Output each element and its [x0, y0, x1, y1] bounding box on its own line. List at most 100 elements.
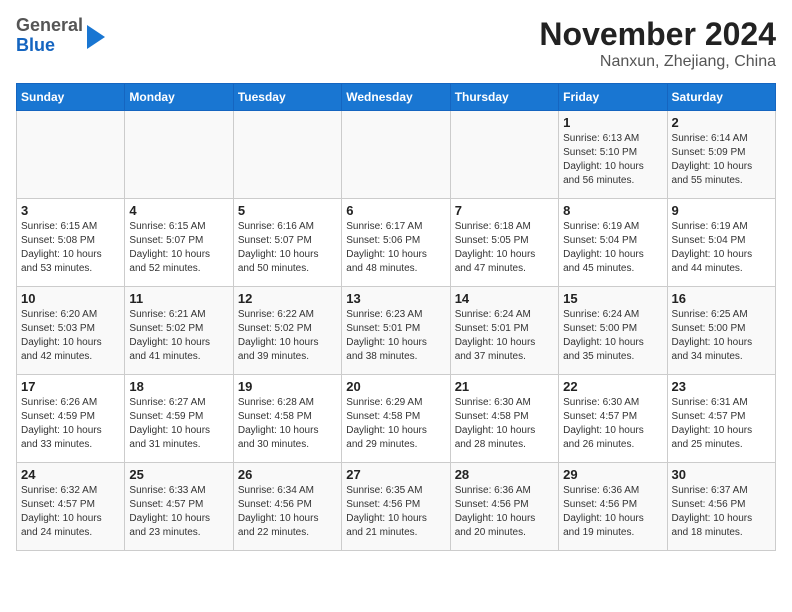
calendar-cell: 15 Sunrise: 6:24 AM Sunset: 5:00 PM Dayli… [559, 287, 667, 375]
header-tuesday: Tuesday [233, 84, 341, 111]
day-number: 17 [21, 379, 120, 394]
day-info: Sunrise: 6:26 AM Sunset: 4:59 PM Dayligh… [21, 396, 120, 452]
day-info: Sunrise: 6:23 AM Sunset: 5:01 PM Dayligh… [346, 308, 445, 364]
day-info: Sunrise: 6:15 AM Sunset: 5:07 PM Dayligh… [129, 220, 228, 276]
day-info: Sunrise: 6:17 AM Sunset: 5:06 PM Dayligh… [346, 220, 445, 276]
day-number: 3 [21, 203, 120, 218]
calendar-cell: 18 Sunrise: 6:27 AM Sunset: 4:59 PM Dayli… [125, 375, 233, 463]
calendar-cell: 28 Sunrise: 6:36 AM Sunset: 4:56 PM Dayli… [450, 463, 558, 551]
day-number: 7 [455, 203, 554, 218]
day-number: 10 [21, 291, 120, 306]
calendar-week-row: 24 Sunrise: 6:32 AM Sunset: 4:57 PM Dayli… [17, 463, 776, 551]
day-number: 5 [238, 203, 337, 218]
calendar-cell: 12 Sunrise: 6:22 AM Sunset: 5:02 PM Dayli… [233, 287, 341, 375]
day-number: 28 [455, 467, 554, 482]
day-number: 25 [129, 467, 228, 482]
day-number: 6 [346, 203, 445, 218]
calendar-cell: 4 Sunrise: 6:15 AM Sunset: 5:07 PM Daylig… [125, 199, 233, 287]
calendar-week-row: 17 Sunrise: 6:26 AM Sunset: 4:59 PM Dayli… [17, 375, 776, 463]
calendar-cell: 16 Sunrise: 6:25 AM Sunset: 5:00 PM Dayli… [667, 287, 775, 375]
day-number: 12 [238, 291, 337, 306]
logo-line1: General [16, 15, 83, 35]
day-number: 19 [238, 379, 337, 394]
calendar-cell [342, 111, 450, 199]
day-number: 20 [346, 379, 445, 394]
calendar-week-row: 10 Sunrise: 6:20 AM Sunset: 5:03 PM Dayli… [17, 287, 776, 375]
logo: General Blue [16, 16, 105, 56]
header-monday: Monday [125, 84, 233, 111]
header-friday: Friday [559, 84, 667, 111]
day-info: Sunrise: 6:32 AM Sunset: 4:57 PM Dayligh… [21, 484, 120, 540]
header-sunday: Sunday [17, 84, 125, 111]
calendar-cell: 29Sunrise: 6:36 AM Sunset: 4:56 PM Dayli… [559, 463, 667, 551]
day-info: Sunrise: 6:21 AM Sunset: 5:02 PM Dayligh… [129, 308, 228, 364]
day-info: Sunrise: 6:15 AM Sunset: 5:08 PM Dayligh… [21, 220, 120, 276]
calendar-header-row: SundayMondayTuesdayWednesdayThursdayFrid… [17, 84, 776, 111]
day-number: 13 [346, 291, 445, 306]
day-info: Sunrise: 6:25 AM Sunset: 5:00 PM Dayligh… [672, 308, 771, 364]
day-info: Sunrise: 6:34 AM Sunset: 4:56 PM Dayligh… [238, 484, 337, 540]
calendar-cell: 9 Sunrise: 6:19 AM Sunset: 5:04 PM Daylig… [667, 199, 775, 287]
calendar-cell: 26 Sunrise: 6:34 AM Sunset: 4:56 PM Dayli… [233, 463, 341, 551]
day-info: Sunrise: 6:35 AM Sunset: 4:56 PM Dayligh… [346, 484, 445, 540]
calendar-cell: 20 Sunrise: 6:29 AM Sunset: 4:58 PM Dayli… [342, 375, 450, 463]
day-number: 24 [21, 467, 120, 482]
calendar-cell: 21 Sunrise: 6:30 AM Sunset: 4:58 PM Dayli… [450, 375, 558, 463]
month-title: November 2024 [539, 16, 776, 53]
day-info: Sunrise: 6:14 AM Sunset: 5:09 PM Dayligh… [672, 132, 771, 188]
title-area: November 2024 Nanxun, Zhejiang, China [539, 16, 776, 71]
logo-arrow-icon [87, 25, 105, 49]
calendar-cell: 2 Sunrise: 6:14 AM Sunset: 5:09 PM Daylig… [667, 111, 775, 199]
day-number: 9 [672, 203, 771, 218]
calendar-cell: 19 Sunrise: 6:28 AM Sunset: 4:58 PM Dayli… [233, 375, 341, 463]
calendar-table: SundayMondayTuesdayWednesdayThursdayFrid… [16, 83, 776, 551]
day-info: Sunrise: 6:29 AM Sunset: 4:58 PM Dayligh… [346, 396, 445, 452]
calendar-cell [450, 111, 558, 199]
calendar-cell: 7 Sunrise: 6:18 AM Sunset: 5:05 PM Daylig… [450, 199, 558, 287]
calendar-cell: 22 Sunrise: 6:30 AM Sunset: 4:57 PM Dayli… [559, 375, 667, 463]
day-number: 30 [672, 467, 771, 482]
day-number: 1 [563, 115, 662, 130]
day-info: Sunrise: 6:22 AM Sunset: 5:02 PM Dayligh… [238, 308, 337, 364]
calendar-cell: 1 Sunrise: 6:13 AM Sunset: 5:10 PM Daylig… [559, 111, 667, 199]
calendar-cell: 8Sunrise: 6:19 AM Sunset: 5:04 PM Daylig… [559, 199, 667, 287]
calendar-cell: 6 Sunrise: 6:17 AM Sunset: 5:06 PM Daylig… [342, 199, 450, 287]
calendar-cell: 23Sunrise: 6:31 AM Sunset: 4:57 PM Dayli… [667, 375, 775, 463]
day-info: Sunrise: 6:20 AM Sunset: 5:03 PM Dayligh… [21, 308, 120, 364]
calendar-cell: 27 Sunrise: 6:35 AM Sunset: 4:56 PM Dayli… [342, 463, 450, 551]
day-info: Sunrise: 6:30 AM Sunset: 4:57 PM Dayligh… [563, 396, 662, 452]
calendar-cell: 10 Sunrise: 6:20 AM Sunset: 5:03 PM Dayli… [17, 287, 125, 375]
day-number: 21 [455, 379, 554, 394]
day-number: 22 [563, 379, 662, 394]
day-number: 2 [672, 115, 771, 130]
calendar-cell [125, 111, 233, 199]
day-number: 27 [346, 467, 445, 482]
calendar-cell: 5Sunrise: 6:16 AM Sunset: 5:07 PM Daylig… [233, 199, 341, 287]
day-info: Sunrise: 6:13 AM Sunset: 5:10 PM Dayligh… [563, 132, 662, 188]
day-info: Sunrise: 6:24 AM Sunset: 5:00 PM Dayligh… [563, 308, 662, 364]
day-info: Sunrise: 6:30 AM Sunset: 4:58 PM Dayligh… [455, 396, 554, 452]
day-info: Sunrise: 6:28 AM Sunset: 4:58 PM Dayligh… [238, 396, 337, 452]
day-number: 11 [129, 291, 228, 306]
calendar-cell: 13 Sunrise: 6:23 AM Sunset: 5:01 PM Dayli… [342, 287, 450, 375]
calendar-cell: 3 Sunrise: 6:15 AM Sunset: 5:08 PM Daylig… [17, 199, 125, 287]
day-number: 16 [672, 291, 771, 306]
day-info: Sunrise: 6:27 AM Sunset: 4:59 PM Dayligh… [129, 396, 228, 452]
day-number: 4 [129, 203, 228, 218]
day-info: Sunrise: 6:18 AM Sunset: 5:05 PM Dayligh… [455, 220, 554, 276]
day-number: 15 [563, 291, 662, 306]
calendar-cell [17, 111, 125, 199]
day-info: Sunrise: 6:31 AM Sunset: 4:57 PM Dayligh… [672, 396, 771, 452]
day-number: 26 [238, 467, 337, 482]
calendar-cell: 17 Sunrise: 6:26 AM Sunset: 4:59 PM Dayli… [17, 375, 125, 463]
calendar-cell: 11 Sunrise: 6:21 AM Sunset: 5:02 PM Dayli… [125, 287, 233, 375]
day-info: Sunrise: 6:19 AM Sunset: 5:04 PM Dayligh… [563, 220, 662, 276]
header-thursday: Thursday [450, 84, 558, 111]
day-number: 18 [129, 379, 228, 394]
header-saturday: Saturday [667, 84, 775, 111]
day-number: 29 [563, 467, 662, 482]
calendar-cell: 14Sunrise: 6:24 AM Sunset: 5:01 PM Dayli… [450, 287, 558, 375]
day-info: Sunrise: 6:36 AM Sunset: 4:56 PM Dayligh… [455, 484, 554, 540]
day-info: Sunrise: 6:33 AM Sunset: 4:57 PM Dayligh… [129, 484, 228, 540]
day-info: Sunrise: 6:19 AM Sunset: 5:04 PM Dayligh… [672, 220, 771, 276]
